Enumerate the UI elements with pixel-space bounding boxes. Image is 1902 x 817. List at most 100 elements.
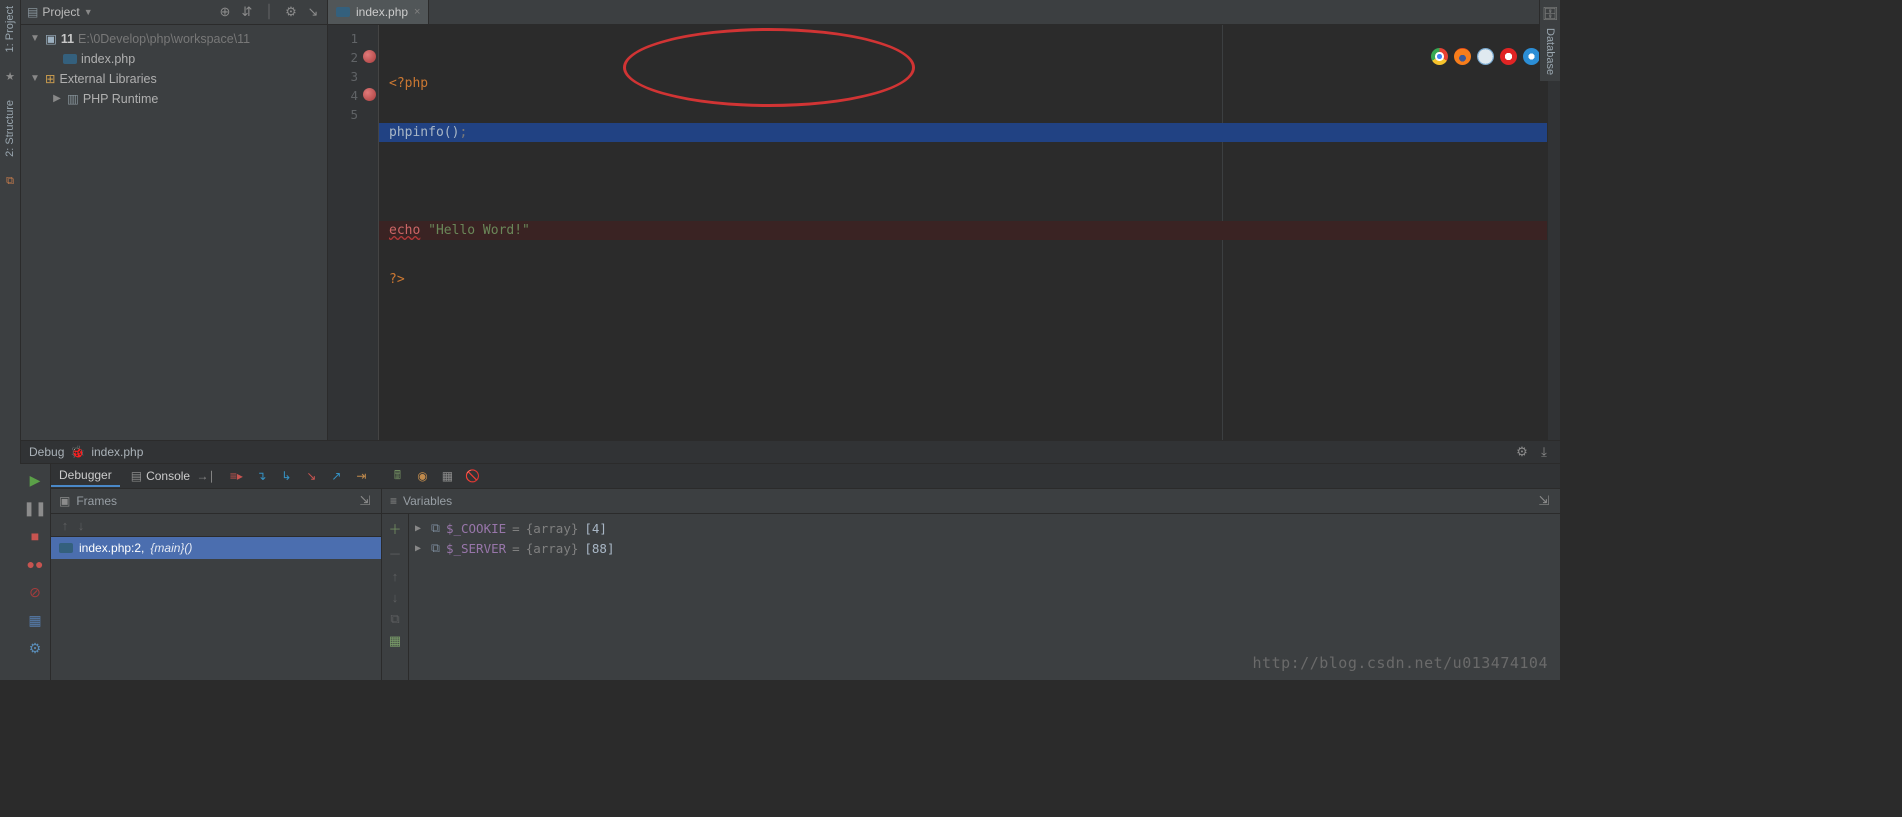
tab-debugger[interactable]: Debugger xyxy=(51,465,120,487)
step-out-btn[interactable]: ↗ xyxy=(325,465,347,487)
debug-body: ▣ Frames ⇲ ↑ ↓ index.php:2, {main}() xyxy=(21,489,1560,680)
top-row: ▤ Project ▼ ⊕ ⇵ ⎮ ⚙ ↘ ▼ ▣ 11 xyxy=(21,0,1560,441)
variables-icon: ≡ xyxy=(390,494,397,508)
chevron-down-icon[interactable]: ▼ xyxy=(29,69,41,89)
stop-btn[interactable]: ■ xyxy=(25,526,45,546)
divider-icon: ⎮ xyxy=(261,4,277,20)
project-view-selector[interactable]: ▤ Project ▼ xyxy=(27,5,93,19)
stack-frame-row[interactable]: index.php:2, {main}() xyxy=(51,537,381,559)
runtime-label: PHP Runtime xyxy=(83,89,159,109)
tool-window-favorites[interactable]: ★ xyxy=(5,58,15,94)
tree-file-index[interactable]: index.php xyxy=(21,49,327,69)
layout-btn[interactable]: ▦ xyxy=(25,610,45,630)
database-icon: 🗄 xyxy=(1542,6,1559,22)
step-over-btn[interactable]: ↴ xyxy=(250,465,272,487)
scroll-from-source-btn[interactable]: ⊕ xyxy=(217,4,233,20)
add-watch-btn[interactable]: ＋ xyxy=(387,519,403,538)
restore-layout-icon[interactable]: ⇲ xyxy=(1536,493,1552,509)
hide-panel-icon[interactable]: ⤓ xyxy=(1536,444,1552,460)
chrome-icon[interactable] xyxy=(1431,48,1448,65)
structure-icon: ⧉ xyxy=(6,163,14,199)
line-number[interactable]: 3 xyxy=(328,67,378,86)
ie-icon[interactable] xyxy=(1523,48,1540,65)
project-tree[interactable]: ▼ ▣ 11 E:\0Develop\php\workspace\11 inde… xyxy=(21,25,327,113)
editor-body[interactable]: 1 2 3 4 5 xyxy=(328,25,1560,440)
project-root-path: E:\0Develop\php\workspace\11 xyxy=(78,29,250,49)
next-frame-btn[interactable]: ↓ xyxy=(73,518,89,533)
project-panel-header: ▤ Project ▼ ⊕ ⇵ ⎮ ⚙ ↘ xyxy=(21,0,327,25)
variable-row[interactable]: ▶ ⧉ $_SERVER = {array} [88] xyxy=(415,538,1554,558)
gear-icon[interactable]: ⚙ xyxy=(1514,444,1530,460)
right-tool-strip: 🗄 Database xyxy=(1539,0,1560,81)
chevron-right-icon[interactable]: ▶ xyxy=(415,523,425,534)
gear-icon[interactable]: ⚙ xyxy=(283,4,299,20)
thread-dropdown[interactable]: ↑ ↓ xyxy=(51,514,381,537)
line-number[interactable]: 5 xyxy=(328,105,378,124)
step-into-btn[interactable]: ↳ xyxy=(275,465,297,487)
prev-frame-btn[interactable]: ↑ xyxy=(57,518,73,533)
var-name: $_COOKIE xyxy=(446,521,506,536)
line-number[interactable]: 1 xyxy=(328,29,378,48)
frames-header: ▣ Frames ⇲ xyxy=(51,489,381,514)
remove-watch-btn[interactable]: － xyxy=(387,544,403,563)
down-btn[interactable]: ↓ xyxy=(387,590,403,605)
firefox-icon[interactable] xyxy=(1454,48,1471,65)
chevron-right-icon[interactable]: ▶ xyxy=(415,543,425,554)
opera-icon[interactable] xyxy=(1500,48,1517,65)
evaluate-btn[interactable]: 🖩 xyxy=(386,465,408,487)
chevron-down-icon[interactable]: ▼ xyxy=(29,29,41,49)
help-btn[interactable]: ▦ xyxy=(387,633,403,649)
variables-list[interactable]: ▶ ⧉ $_COOKIE = {array} [4] ▶ ⧉ $_SERVER xyxy=(409,514,1560,680)
frames-icon: ▣ xyxy=(59,494,70,508)
project-panel: ▤ Project ▼ ⊕ ⇵ ⎮ ⚙ ↘ ▼ ▣ 11 xyxy=(21,0,328,440)
view-bp-btn[interactable]: ●● xyxy=(25,554,45,574)
debug-tool-window-header: Debug 🐞 index.php ⚙ ⤓ xyxy=(21,441,1560,464)
project-selector-icon: ▤ xyxy=(27,5,38,19)
tool-window-database[interactable]: Database xyxy=(1544,22,1556,81)
mute-bp-btn2[interactable]: ⊘ xyxy=(25,582,45,602)
project-root-name: 11 xyxy=(61,29,74,49)
frames-header-label: Frames xyxy=(76,494,117,508)
error-icon[interactable] xyxy=(363,88,376,101)
settings-btn[interactable]: ▦ xyxy=(436,465,458,487)
chevron-right-icon[interactable]: ▶ xyxy=(51,89,63,109)
close-icon[interactable]: × xyxy=(414,6,420,18)
tree-file-label: index.php xyxy=(81,49,135,69)
mute-bp-btn[interactable]: 🚫 xyxy=(461,465,483,487)
editor-tab-index[interactable]: index.php × xyxy=(328,0,429,24)
editor-error-strip[interactable] xyxy=(1547,25,1560,440)
php-runtime-row[interactable]: ▶ ▥ PHP Runtime xyxy=(21,89,327,109)
up-btn[interactable]: ↑ xyxy=(387,569,403,584)
watches-btn[interactable]: ◉ xyxy=(411,465,433,487)
line-number[interactable]: 2 xyxy=(328,48,378,67)
run-to-cursor-btn[interactable]: ⇥ xyxy=(350,465,372,487)
debug-file-label: index.php xyxy=(91,445,143,459)
variable-row[interactable]: ▶ ⧉ $_COOKIE = {array} [4] xyxy=(415,518,1554,538)
restore-layout-icon[interactable]: ⇲ xyxy=(357,493,373,509)
bug-icon: 🐞 xyxy=(70,445,85,459)
rerun-btn[interactable]: ▶ xyxy=(25,470,45,490)
project-root-row[interactable]: ▼ ▣ 11 E:\0Develop\php\workspace\11 xyxy=(21,29,327,49)
editor-gutter[interactable]: 1 2 3 4 5 xyxy=(328,25,379,440)
safari-icon[interactable] xyxy=(1477,48,1494,65)
pause-btn[interactable]: ❚❚ xyxy=(25,498,45,518)
collapse-all-btn[interactable]: ⇵ xyxy=(239,4,255,20)
editor-panel: index.php × 1 2 3 xyxy=(328,0,1560,440)
chevron-down-icon: ▼ xyxy=(84,7,93,17)
tool-window-project[interactable]: 1: Project xyxy=(4,0,16,58)
external-libraries-row[interactable]: ▼ ⊞ External Libraries xyxy=(21,69,327,89)
hide-panel-btn[interactable]: ↘ xyxy=(305,4,321,20)
show-exec-point-btn[interactable]: ≡▸ xyxy=(225,465,247,487)
force-step-into-btn[interactable]: ↘ xyxy=(300,465,322,487)
settings-btn2[interactable]: ⚙ xyxy=(25,638,45,658)
tab-console[interactable]: ▤Console →∣ xyxy=(123,466,223,486)
copy-btn[interactable]: ⧉ xyxy=(387,611,403,627)
editor-code[interactable]: <?php phpinfo(); echo "Hello Word!" ?> xyxy=(379,25,1547,440)
variables-header: ≡ Variables ⇲ xyxy=(382,489,1560,514)
breakpoint-icon[interactable] xyxy=(363,50,376,63)
line-number[interactable]: 4 xyxy=(328,86,378,105)
editor-tabs: index.php × xyxy=(328,0,1560,25)
php-file-icon xyxy=(336,7,350,17)
variables-header-label: Variables xyxy=(403,494,452,508)
tool-window-structure[interactable]: 2: Structure xyxy=(4,94,16,163)
